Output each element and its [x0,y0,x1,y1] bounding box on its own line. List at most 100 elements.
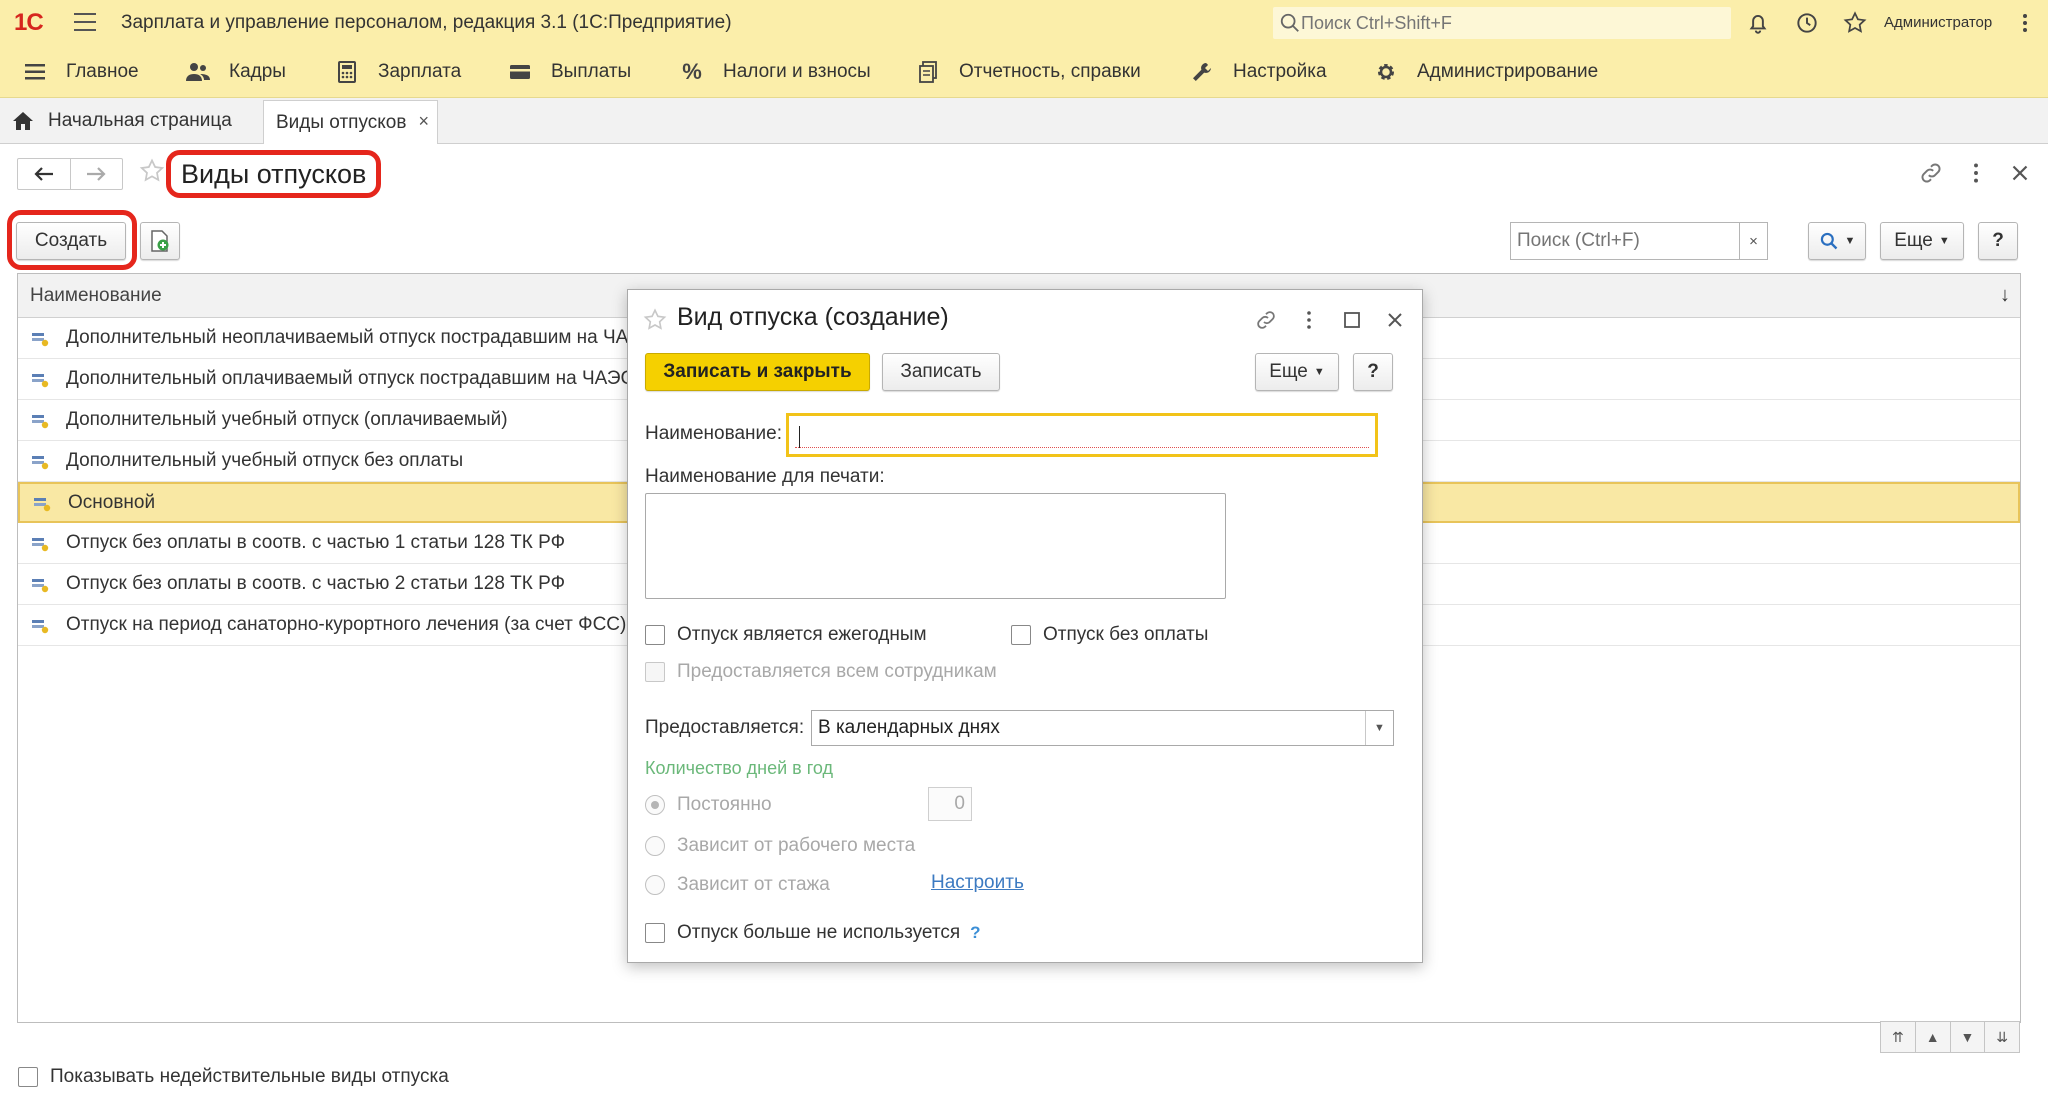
dialog-more-button[interactable]: Еще ▼ [1255,353,1339,391]
list-row-label: Отпуск на период санаторно-курортного ле… [66,614,627,635]
column-header-label: Наименование [30,284,162,306]
search-icon [1280,13,1299,32]
close-icon[interactable] [1383,308,1407,332]
section-settings[interactable]: Настройка [1189,46,1327,98]
user-name[interactable]: Администратор [1884,14,1992,31]
section-taxes[interactable]: % Налоги и взносы [679,46,870,98]
setup-link[interactable]: Настроить [931,872,1024,894]
home-icon [13,112,33,130]
section-payments[interactable]: Выплаты [507,46,631,98]
chevron-down-icon: ▼ [1313,366,1325,378]
section-reports[interactable]: Отчетность, справки [915,46,1141,98]
section-label: Отчетность, справки [959,61,1141,82]
tab-home-label: Начальная страница [48,110,232,131]
more-button[interactable]: Еще ▼ [1880,222,1964,260]
favorites-star-icon[interactable] [1842,10,1868,36]
chevron-down-icon[interactable]: ▼ [1365,711,1393,745]
days-group-title: Количество дней в год [645,758,834,778]
not-used-checkbox[interactable] [645,923,665,943]
not-used-label: Отпуск больше не используется [677,922,961,943]
copy-button[interactable] [140,222,180,260]
list-search[interactable]: × [1510,222,1768,260]
tab-close-icon[interactable]: × [418,111,429,132]
all-employees-checkbox [645,662,665,682]
link-icon[interactable] [1918,160,1944,186]
catalog-item-icon [34,497,51,511]
more-vertical-icon[interactable] [1297,308,1321,332]
list-search-input[interactable] [1517,230,1737,252]
annual-checkbox-row[interactable]: Отпуск является ежегодным [645,624,927,646]
search-icon [1820,232,1837,250]
global-search[interactable] [1273,7,1731,39]
unpaid-checkbox-row[interactable]: Отпуск без оплаты [1011,624,1208,646]
scroll-bottom-button[interactable]: ⇊ [1984,1022,2019,1052]
radio-constant [645,795,665,815]
menu-icon [22,59,48,85]
provided-select[interactable]: В календарных днях ▼ [811,710,1394,746]
show-invalid-checkbox-row[interactable]: Показывать недействительные виды отпуска [18,1066,449,1088]
favorite-star-icon[interactable] [138,157,166,185]
save-and-close-button[interactable]: Записать и закрыть [645,353,870,391]
maximize-icon[interactable] [1340,308,1364,332]
all-employees-checkbox-row: Предоставляется всем сотрудникам [645,661,997,683]
show-invalid-checkbox[interactable] [18,1067,38,1087]
forward-button[interactable] [69,159,123,189]
list-row-label: Отпуск без оплаты в соотв. с частью 2 ст… [66,573,566,594]
link-icon[interactable] [1254,308,1278,332]
close-icon[interactable] [2007,160,2033,186]
more-vertical-icon[interactable] [2018,12,2032,34]
list-row-label: Дополнительный неоплачиваемый отпуск пос… [66,327,656,348]
help-icon[interactable]: ? [970,923,980,943]
tab-leave-types[interactable]: Виды отпусков × [263,100,438,144]
list-row-label: Дополнительный оплачиваемый отпуск постр… [66,368,635,389]
annual-checkbox[interactable] [645,625,665,645]
radio-experience [645,875,665,895]
history-icon[interactable] [1794,10,1820,36]
save-button[interactable]: Записать [882,353,1000,391]
scroll-down-button[interactable]: ▼ [1949,1022,1985,1052]
title-bar: 1С Зарплата и управление персоналом, ред… [0,0,2048,46]
catalog-item-icon [32,415,49,429]
scroll-top-button[interactable]: ⇈ [1881,1022,1915,1052]
create-button[interactable]: Создать [16,222,126,260]
scroll-up-button[interactable]: ▲ [1914,1022,1950,1052]
catalog-item-icon [32,333,49,347]
dialog-help-button[interactable]: ? [1353,353,1393,391]
app-logo[interactable]: 1С [14,9,44,37]
main-menu-icon[interactable] [74,13,96,31]
section-salary[interactable]: Зарплата [334,46,461,98]
help-button[interactable]: ? [1978,222,2018,260]
radio-constant-label: Постоянно [677,794,772,815]
tab-active-label: Виды отпусков [276,111,407,133]
search-clear-button[interactable]: × [1739,223,1767,259]
global-search-input[interactable] [1301,12,1701,34]
scroll-buttons: ⇈ ▲ ▼ ⇊ [1880,1021,2020,1053]
people-icon [185,59,211,85]
wallet-icon [507,59,533,85]
tab-home[interactable]: Начальная страница [12,98,232,144]
days-input: 0 [928,787,972,821]
favorite-star-icon[interactable] [642,307,668,333]
section-label: Зарплата [378,61,462,82]
bell-icon[interactable] [1745,10,1771,36]
sort-arrow-icon[interactable]: ↓ [2000,284,2010,307]
annual-label: Отпуск является ежегодным [677,624,927,645]
radio-experience-label: Зависит от стажа [677,874,830,895]
unpaid-checkbox[interactable] [1011,625,1031,645]
print-name-textarea[interactable] [645,493,1226,599]
percent-icon: % [682,59,702,84]
list-row-label: Дополнительный учебный отпуск без оплаты [66,450,464,471]
more-vertical-icon[interactable] [1963,160,1989,186]
section-administration[interactable]: Администрирование [1373,46,1598,98]
app-title: Зарплата и управление персоналом, редакц… [121,12,732,33]
section-main[interactable]: Главное [22,46,139,98]
not-used-checkbox-row[interactable]: Отпуск больше не используется ? [645,922,981,944]
catalog-item-icon [32,374,49,388]
section-hr[interactable]: Кадры [185,46,286,98]
chevron-down-icon: ▼ [1844,235,1856,247]
dialog-title: Вид отпуска (создание) [677,303,949,331]
back-button[interactable] [18,159,70,189]
find-button[interactable]: ▼ [1808,222,1866,260]
arrow-right-icon [87,167,106,181]
name-input[interactable] [786,413,1378,457]
